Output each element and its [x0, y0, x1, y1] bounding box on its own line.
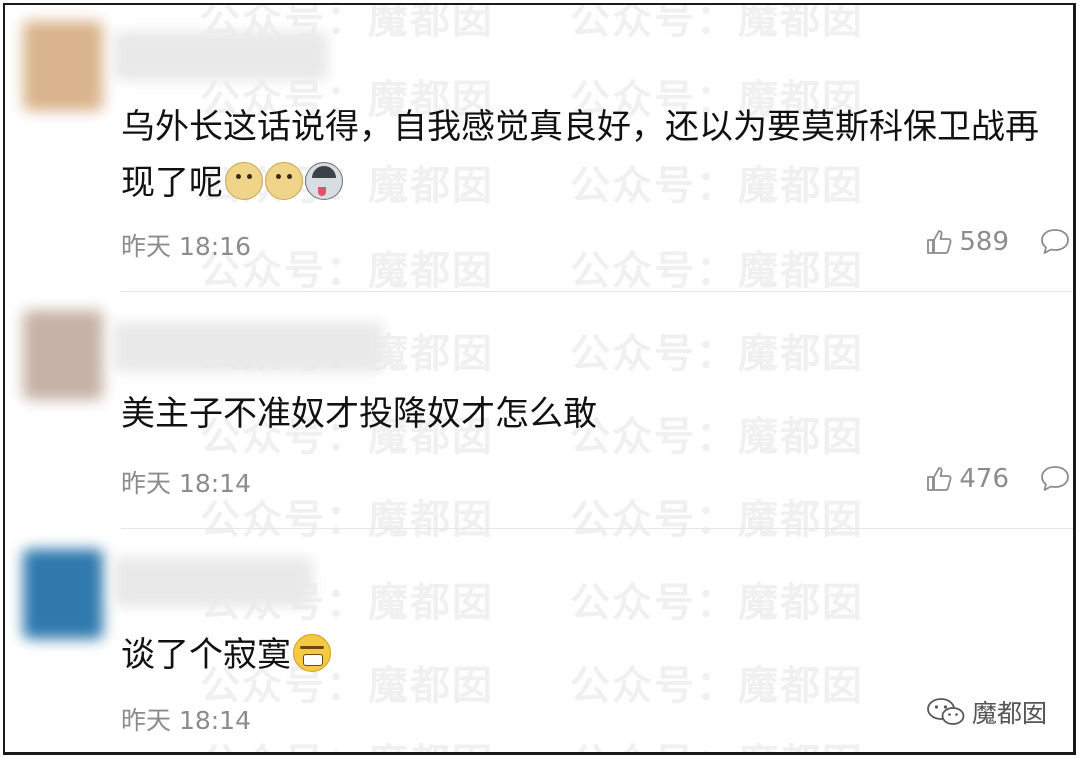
- like-button[interactable]: 589: [925, 227, 1009, 257]
- source-watermark: 魔都囡: [926, 694, 1047, 730]
- username-blurred[interactable]: [113, 557, 313, 607]
- doge-emoji: [225, 162, 263, 200]
- username-blurred[interactable]: [113, 31, 328, 81]
- reply-icon[interactable]: [1039, 227, 1071, 255]
- like-count: 476: [959, 464, 1009, 494]
- avatar[interactable]: [23, 21, 103, 111]
- comment-item: 美主子不准奴才投降奴才怎么敢 昨天 18:14 476: [5, 292, 1073, 527]
- source-label: 魔都囡: [971, 699, 1047, 728]
- comment-text-content: 美主子不准奴才投降奴才怎么敢: [121, 394, 597, 434]
- comment-time: 昨天 18:14: [121, 706, 251, 735]
- comment-text: 谈了个寂寞: [121, 627, 1057, 683]
- yawn-emoji: [293, 634, 331, 672]
- comment-time: 昨天 18:14: [121, 469, 251, 498]
- username-blurred[interactable]: [113, 322, 383, 372]
- comment-item: 乌外长这话说得，自我感觉真良好，还以为要莫斯科保卫战再现了呢 昨天 18:16 …: [5, 5, 1073, 290]
- avatar[interactable]: [23, 310, 103, 400]
- like-button[interactable]: 476: [925, 464, 1009, 494]
- husky-emoji: [305, 162, 343, 200]
- thumbs-up-icon: [927, 467, 952, 491]
- comment-time: 昨天 18:16: [121, 232, 251, 261]
- doge-emoji: [265, 162, 303, 200]
- comment-text: 乌外长这话说得，自我感觉真良好，还以为要莫斯科保卫战再现了呢: [121, 99, 1057, 211]
- comment-text: 美主子不准奴才投降奴才怎么敢: [121, 386, 1057, 442]
- wechat-icon: [927, 698, 965, 725]
- comment-text-content: 谈了个寂寞: [121, 635, 291, 675]
- like-count: 589: [959, 227, 1009, 257]
- avatar[interactable]: [23, 549, 103, 639]
- comment-item: 谈了个寂寞 昨天 18:14: [5, 529, 1073, 749]
- reply-icon[interactable]: [1039, 464, 1071, 492]
- thumbs-up-icon: [927, 230, 952, 254]
- comment-screenshot-frame: 公众号：魔都囡 公众号：魔都囡 公众号：魔都囡 公众号：魔都囡 公众号：魔都囡 …: [3, 3, 1076, 755]
